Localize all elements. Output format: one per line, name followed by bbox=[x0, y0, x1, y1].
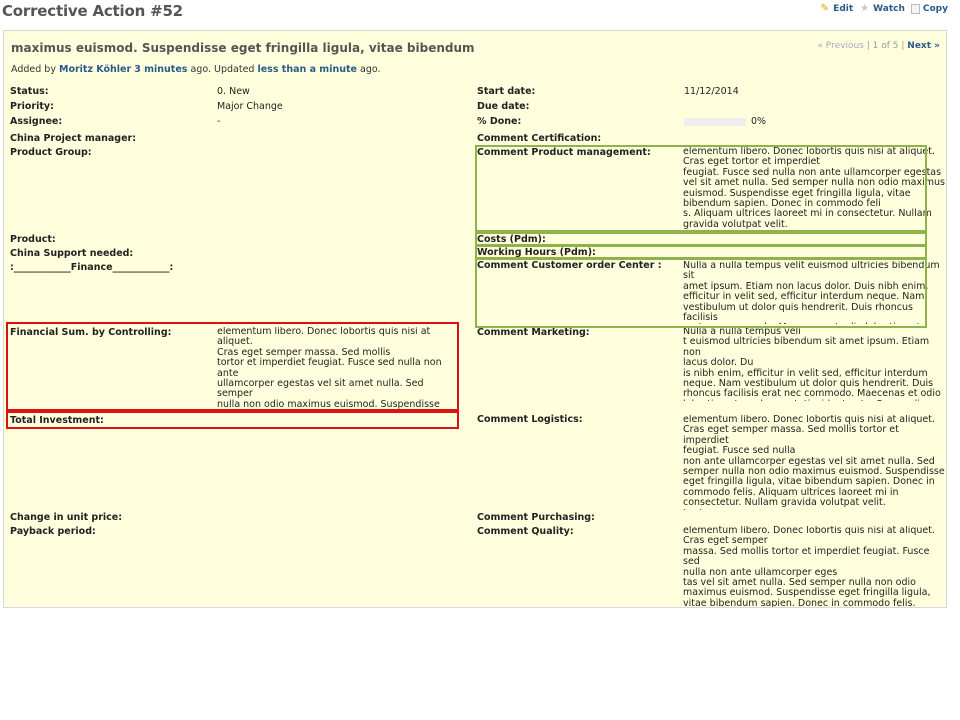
star-icon: ★ bbox=[860, 3, 870, 14]
edit-link[interactable]: ✎ Edit bbox=[819, 3, 853, 14]
copy-icon bbox=[910, 3, 920, 14]
done-label: % Done: bbox=[477, 116, 522, 127]
china-support-label: China Support needed: bbox=[10, 248, 134, 259]
product-label: Product: bbox=[10, 234, 56, 245]
copy-link[interactable]: Copy bbox=[910, 3, 948, 14]
pencil-icon: ✎ bbox=[820, 3, 829, 14]
china-project-manager-label: China Project manager: bbox=[10, 133, 137, 144]
highlight-financial-sum bbox=[6, 322, 459, 411]
author-suffix: ago. bbox=[360, 64, 381, 75]
highlight-working-hours bbox=[475, 245, 927, 259]
author-link[interactable]: Moritz Köhler bbox=[59, 64, 131, 75]
copy-label: Copy bbox=[922, 3, 948, 14]
payback-period-label: Payback period: bbox=[10, 526, 96, 537]
comment-certification-label: Comment Certification: bbox=[477, 133, 602, 144]
highlight-total-investment bbox=[6, 411, 459, 429]
pager-separator: | bbox=[901, 41, 905, 51]
priority-label: Priority: bbox=[10, 101, 54, 112]
due-date-label: Due date: bbox=[477, 101, 530, 112]
watch-link[interactable]: ★ Watch bbox=[859, 3, 905, 14]
next-link[interactable]: Next » bbox=[907, 41, 940, 51]
highlight-product-management bbox=[475, 145, 927, 232]
start-date-value: 11/12/2014 bbox=[684, 86, 739, 97]
previous-link[interactable]: « Previous bbox=[817, 41, 863, 51]
unit-price-label: Change in unit price: bbox=[10, 512, 123, 523]
watch-label: Watch bbox=[873, 3, 905, 14]
finance-separator: :____________Finance____________: bbox=[10, 262, 174, 273]
contextual-actions: ✎ Edit ★ Watch Copy bbox=[819, 3, 948, 14]
comment-marketing-value: Nulla a nulla tempus veli t euismod ultr… bbox=[683, 327, 941, 401]
start-date-label: Start date: bbox=[477, 86, 536, 97]
author-line: Added by Moritz Köhler 3 minutes ago. Up… bbox=[11, 64, 381, 75]
comment-quality-label: Comment Quality: bbox=[477, 526, 574, 537]
highlight-customer-order-center bbox=[475, 258, 927, 328]
assignee-label: Assignee: bbox=[10, 116, 63, 127]
assignee-value: - bbox=[217, 116, 221, 127]
product-group-label: Product Group: bbox=[10, 147, 92, 158]
issue-details: maximus euismod. Suspendisse eget fringi… bbox=[3, 30, 947, 608]
author-middle: ago. Updated bbox=[190, 64, 255, 75]
issue-subject: maximus euismod. Suspendisse eget fringi… bbox=[11, 41, 475, 55]
highlight-costs bbox=[475, 232, 927, 246]
updated-time-link[interactable]: less than a minute bbox=[257, 64, 357, 75]
status-label: Status: bbox=[10, 86, 49, 97]
author-prefix: Added by bbox=[11, 64, 56, 75]
issue-pager: « Previous | 1 of 5 | Next » bbox=[817, 41, 940, 51]
page: Corrective Action #52 ✎ Edit ★ Watch Cop… bbox=[0, 0, 960, 720]
done-value: 0% bbox=[751, 116, 767, 127]
pager-position: 1 of 5 bbox=[872, 41, 899, 51]
page-title: Corrective Action #52 bbox=[2, 2, 183, 20]
comment-quality-value: elementum libero. Donec lobortis quis ni… bbox=[683, 526, 936, 608]
priority-value: Major Change bbox=[217, 101, 283, 112]
comment-logistics-label: Comment Logistics: bbox=[477, 414, 583, 425]
comment-logistics-value: elementum libero. Donec lobortis quis ni… bbox=[683, 415, 945, 510]
done-progress-bar bbox=[684, 118, 746, 126]
status-value: 0. New bbox=[217, 86, 250, 97]
pager-separator: | bbox=[866, 41, 870, 51]
edit-label: Edit bbox=[833, 3, 854, 14]
comment-marketing-label: Comment Marketing: bbox=[477, 327, 590, 338]
comment-purchasing-label: Comment Purchasing: bbox=[477, 512, 595, 523]
added-time-link[interactable]: 3 minutes bbox=[134, 64, 187, 75]
